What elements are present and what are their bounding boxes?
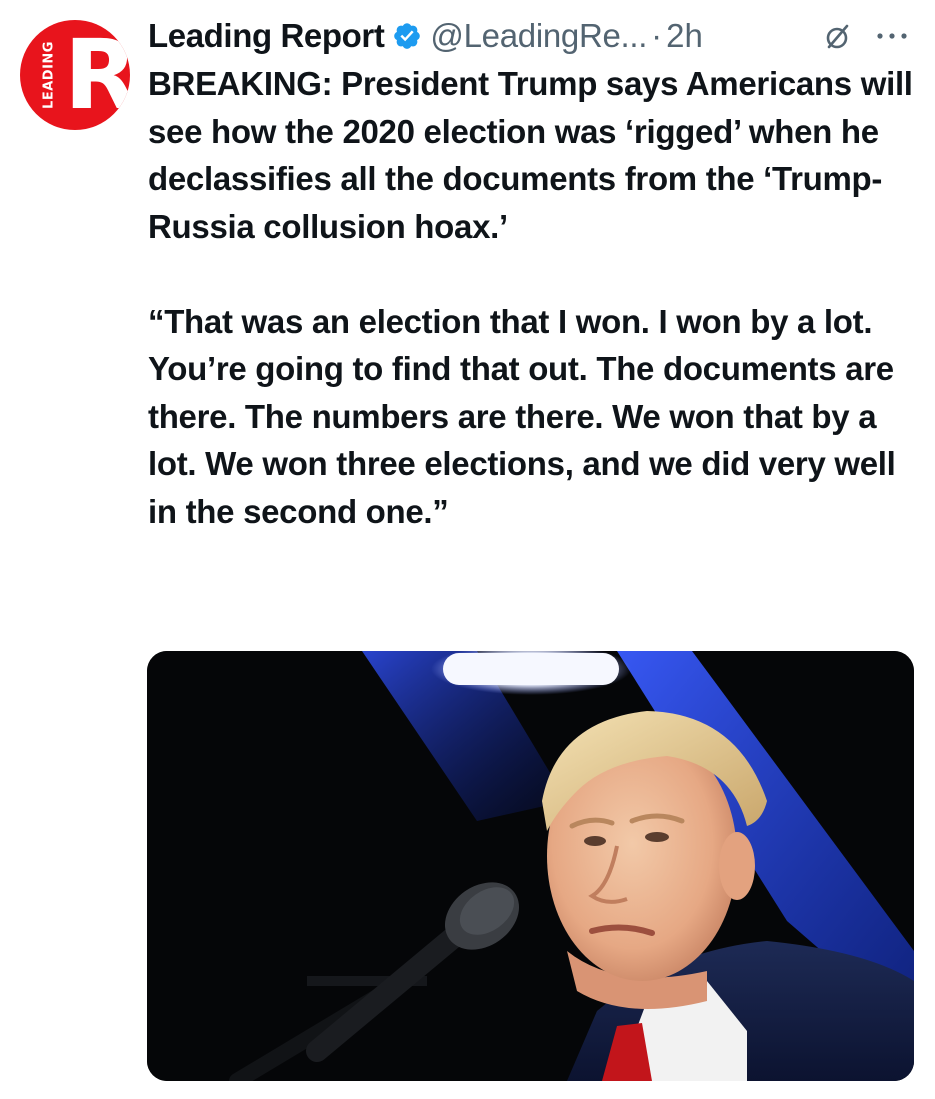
grok-icon[interactable]: [822, 22, 852, 52]
timestamp[interactable]: 2h: [666, 17, 703, 55]
more-options-icon[interactable]: [872, 26, 912, 46]
tweet-paragraph: BREAKING: President Trump says Americans…: [148, 65, 913, 245]
tweet-text: BREAKING: President Trump says Americans…: [148, 60, 923, 535]
author-name[interactable]: Leading Report: [148, 17, 385, 55]
tweet-paragraph: “That was an election that I won. I won …: [148, 302, 896, 530]
separator-dot: ·: [651, 17, 663, 54]
tweet[interactable]: LEADING R Leading Report @LeadingRe... ·…: [0, 0, 935, 1099]
verified-badge-icon: [394, 23, 421, 49]
avatar-logo-letter: R: [64, 20, 130, 130]
speaker-photo: [147, 651, 914, 1081]
avatar-logo-text: LEADING: [41, 41, 57, 109]
avatar[interactable]: LEADING R: [20, 20, 130, 130]
tweet-photo[interactable]: [147, 651, 914, 1081]
author-handle[interactable]: @LeadingRe...: [430, 17, 647, 55]
tweet-header: Leading Report @LeadingRe... · 2h: [148, 14, 928, 58]
